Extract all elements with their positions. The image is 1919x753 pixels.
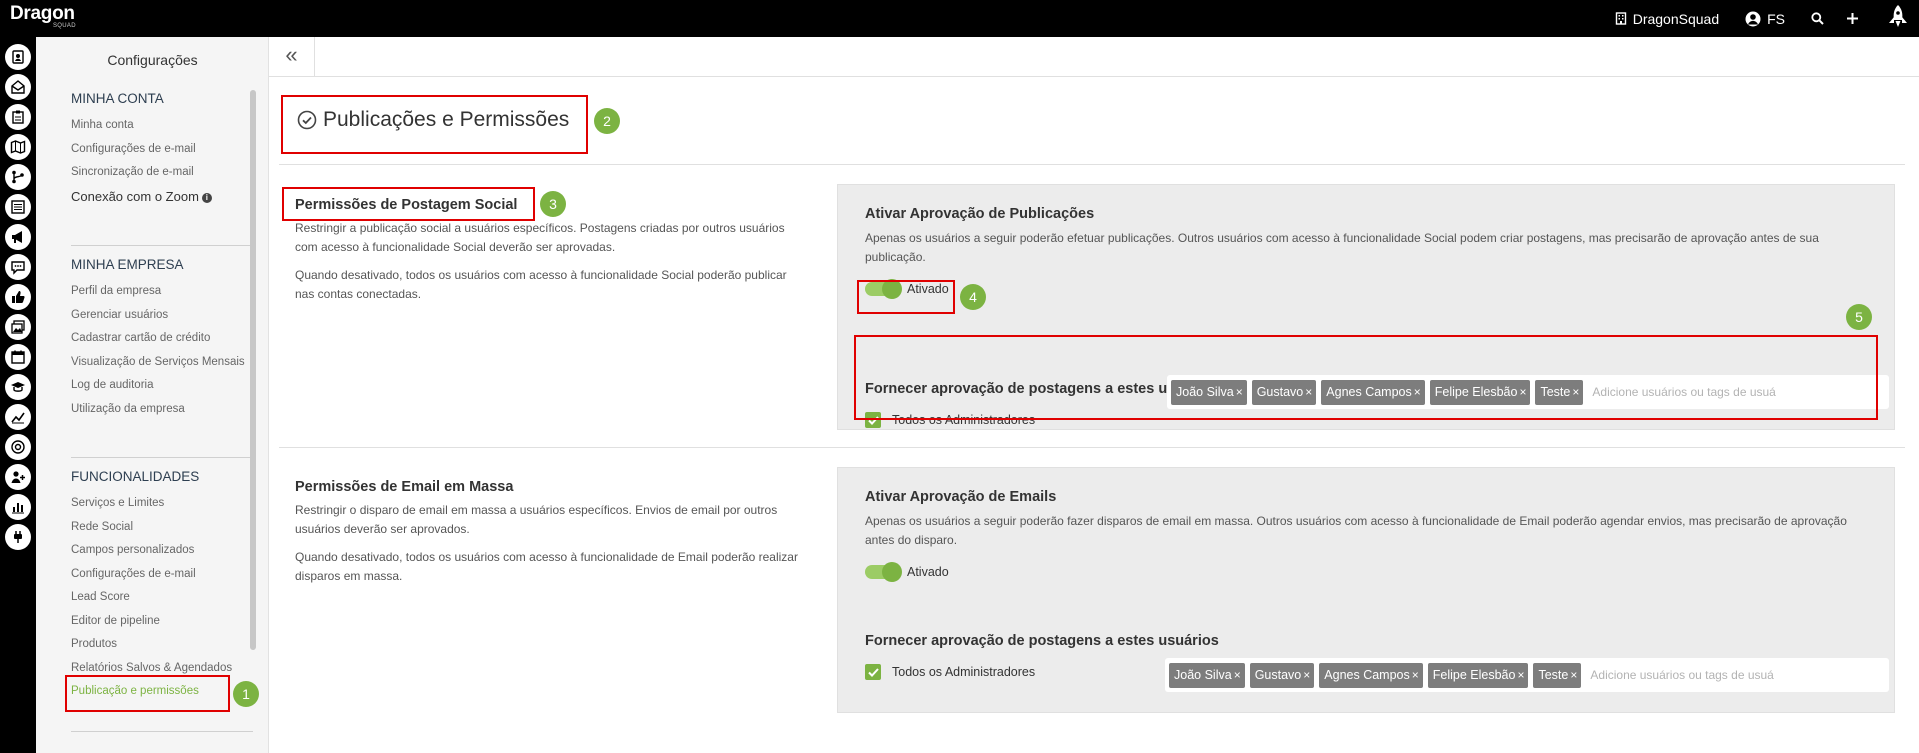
annotation-box-3 <box>282 187 535 221</box>
trend-icon[interactable] <box>5 404 31 430</box>
logo-subtitle: SQUAD <box>53 23 76 29</box>
checkbox[interactable] <box>865 664 881 680</box>
clipboard-icon[interactable] <box>5 104 31 130</box>
annotation-badge-3: 3 <box>540 191 566 217</box>
divider <box>71 457 253 458</box>
inbox-icon[interactable] <box>5 74 31 100</box>
annotation-badge-1: 1 <box>233 681 259 707</box>
tag-input-placeholder[interactable]: Adicione usuários ou tags de usuá <box>1590 668 1773 682</box>
panel-title: Ativar Aprovação de Publicações <box>865 206 1095 222</box>
collapse-bar: « <box>269 37 1919 77</box>
search-button[interactable] <box>1811 12 1824 25</box>
user-menu[interactable]: FS <box>1745 11 1785 27</box>
section-description: Restringir o disparo de email em massa a… <box>295 503 778 536</box>
check-icon <box>867 667 879 677</box>
logo[interactable]: Dragon <box>10 3 75 25</box>
remove-tag-icon[interactable]: × <box>1517 668 1524 682</box>
user-tag[interactable]: Gustavo × <box>1249 662 1315 688</box>
section-description: Restringir a publicação social a usuário… <box>295 221 785 254</box>
section-description: Quando desativado, todos os usuários com… <box>295 550 798 583</box>
email-approvers-input[interactable]: João Silva × Gustavo × Agnes Campos × Felip… <box>1165 658 1889 692</box>
user-tag[interactable]: Felipe Elesbão × <box>1427 662 1529 688</box>
annotation-badge-5: 5 <box>1846 304 1872 330</box>
calendar-icon[interactable] <box>5 344 31 370</box>
avatar-icon <box>1745 11 1761 26</box>
megaphone-icon[interactable] <box>5 224 31 250</box>
rocket-icon <box>1889 4 1907 27</box>
section-heading: Permissões de Email em Massa <box>295 479 514 495</box>
user-tag[interactable]: Agnes Campos × <box>1319 662 1423 688</box>
app-rail <box>0 37 36 753</box>
annotation-badge-2: 2 <box>594 108 620 134</box>
info-icon[interactable]: i <box>201 192 212 203</box>
sidebar-title: Configurações <box>107 52 198 68</box>
search-icon <box>1811 12 1824 25</box>
user-tag[interactable]: Teste × <box>1533 662 1582 688</box>
divider <box>71 731 253 732</box>
top-bar: Dragon SQUAD DragonSquad FS <box>0 0 1919 37</box>
gallery-icon[interactable] <box>5 314 31 340</box>
all-admins-checkbox[interactable]: Todos os Administradores <box>865 664 1035 680</box>
add-button[interactable] <box>1846 12 1859 25</box>
pipeline-icon[interactable] <box>5 164 31 190</box>
company-switcher[interactable]: DragonSquad <box>1615 11 1719 27</box>
support-icon[interactable] <box>5 434 31 460</box>
section-description: Quando desativado, todos os usuários com… <box>295 268 787 301</box>
plus-icon <box>1847 13 1858 24</box>
approvers-title: Fornecer aprovação de postagens a estes … <box>865 633 1219 649</box>
collapse-sidebar-button[interactable]: « <box>269 37 315 77</box>
company-name: DragonSquad <box>1632 10 1720 27</box>
user-tag[interactable]: João Silva × <box>1169 662 1245 688</box>
remove-tag-icon[interactable]: × <box>1234 668 1241 682</box>
graduation-icon[interactable] <box>5 374 31 400</box>
divider <box>279 447 1905 448</box>
remove-tag-icon[interactable]: × <box>1303 668 1310 682</box>
launch-button[interactable] <box>1881 0 1915 37</box>
panel-description: Apenas os usuários a seguir poderão faze… <box>865 514 1847 547</box>
divider <box>279 164 1905 165</box>
annotation-box-1 <box>65 675 230 712</box>
toggle-switch[interactable] <box>865 562 902 582</box>
panel-title: Ativar Aprovação de Emails <box>865 489 1057 505</box>
settings-sidebar: Configurações MINHA CONTA Minha conta Co… <box>36 37 287 753</box>
plug-icon[interactable] <box>5 524 31 550</box>
user-initials: FS <box>1767 10 1785 27</box>
bar-chart-icon[interactable] <box>5 494 31 520</box>
annotation-badge-4: 4 <box>960 284 986 310</box>
annotation-box-2 <box>281 95 588 154</box>
panel-description: Apenas os usuários a seguir poderão efet… <box>865 231 1819 264</box>
user-add-icon[interactable] <box>5 464 31 490</box>
divider <box>71 245 253 246</box>
sidebar-scrollbar[interactable] <box>250 90 256 650</box>
map-icon[interactable] <box>5 134 31 160</box>
annotation-box-5 <box>854 335 1878 420</box>
thumbs-up-icon[interactable] <box>5 284 31 310</box>
annotation-box-4 <box>857 280 955 314</box>
remove-tag-icon[interactable]: × <box>1412 668 1419 682</box>
contacts-icon[interactable] <box>5 44 31 70</box>
list-icon[interactable] <box>5 194 31 220</box>
email-approval-toggle[interactable]: Ativado <box>865 562 949 582</box>
building-icon <box>1615 12 1626 25</box>
chat-icon[interactable] <box>5 254 31 280</box>
remove-tag-icon[interactable]: × <box>1570 668 1577 682</box>
email-permissions-info: Permissões de Email em Massa Restringir … <box>295 479 805 595</box>
